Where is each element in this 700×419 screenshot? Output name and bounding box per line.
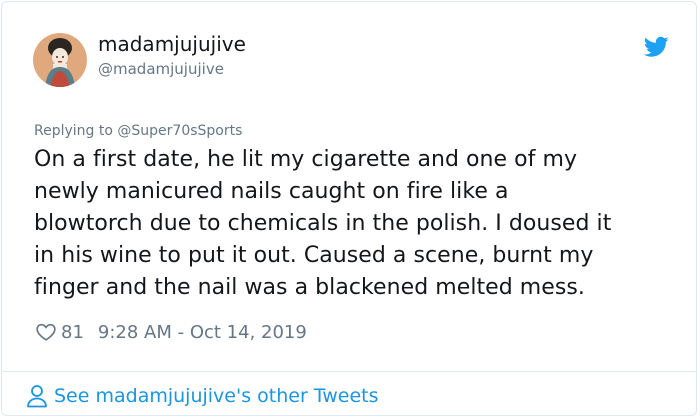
- tweet-text-line: blowtorch due to chemicals in the polish…: [34, 211, 612, 236]
- heart-outline-icon[interactable]: [35, 321, 57, 343]
- author-handle[interactable]: @madamjujujive: [98, 60, 224, 78]
- tweet-card: madamjujujive @madamjujujive Replying to…: [1, 1, 697, 416]
- tweet-text: On a first date, he lit my cigarette and…: [34, 144, 684, 304]
- tweet-timestamp[interactable]: 9:28 AM - Oct 14, 2019: [98, 322, 307, 343]
- replying-to: Replying to @Super70sSports: [34, 123, 242, 139]
- see-other-tweets-label[interactable]: See madamjujujive's other Tweets: [54, 385, 379, 407]
- replying-to-label: Replying to: [34, 123, 113, 139]
- tweet-meta: 81 9:28 AM - Oct 14, 2019: [35, 320, 307, 344]
- author-display-name[interactable]: madamjujujive: [98, 32, 246, 56]
- twitter-bird-icon[interactable]: [644, 36, 669, 58]
- person-outline-icon: [27, 385, 47, 408]
- divider: [2, 371, 696, 372]
- tweet-text-line: On a first date, he lit my cigarette and…: [34, 147, 578, 172]
- reply-mention-link[interactable]: @Super70sSports: [117, 123, 242, 139]
- tweet-text-line: finger and the nail was a blackened melt…: [34, 275, 585, 300]
- avatar-portrait-icon: [33, 33, 87, 87]
- like-count[interactable]: 81: [61, 322, 84, 343]
- tweet-text-line: newly manicured nails caught on fire lik…: [34, 179, 509, 204]
- see-other-tweets-link[interactable]: See madamjujujive's other Tweets: [26, 383, 379, 409]
- avatar[interactable]: [33, 33, 87, 87]
- tweet-text-line: in his wine to put it out. Caused a scen…: [34, 243, 594, 268]
